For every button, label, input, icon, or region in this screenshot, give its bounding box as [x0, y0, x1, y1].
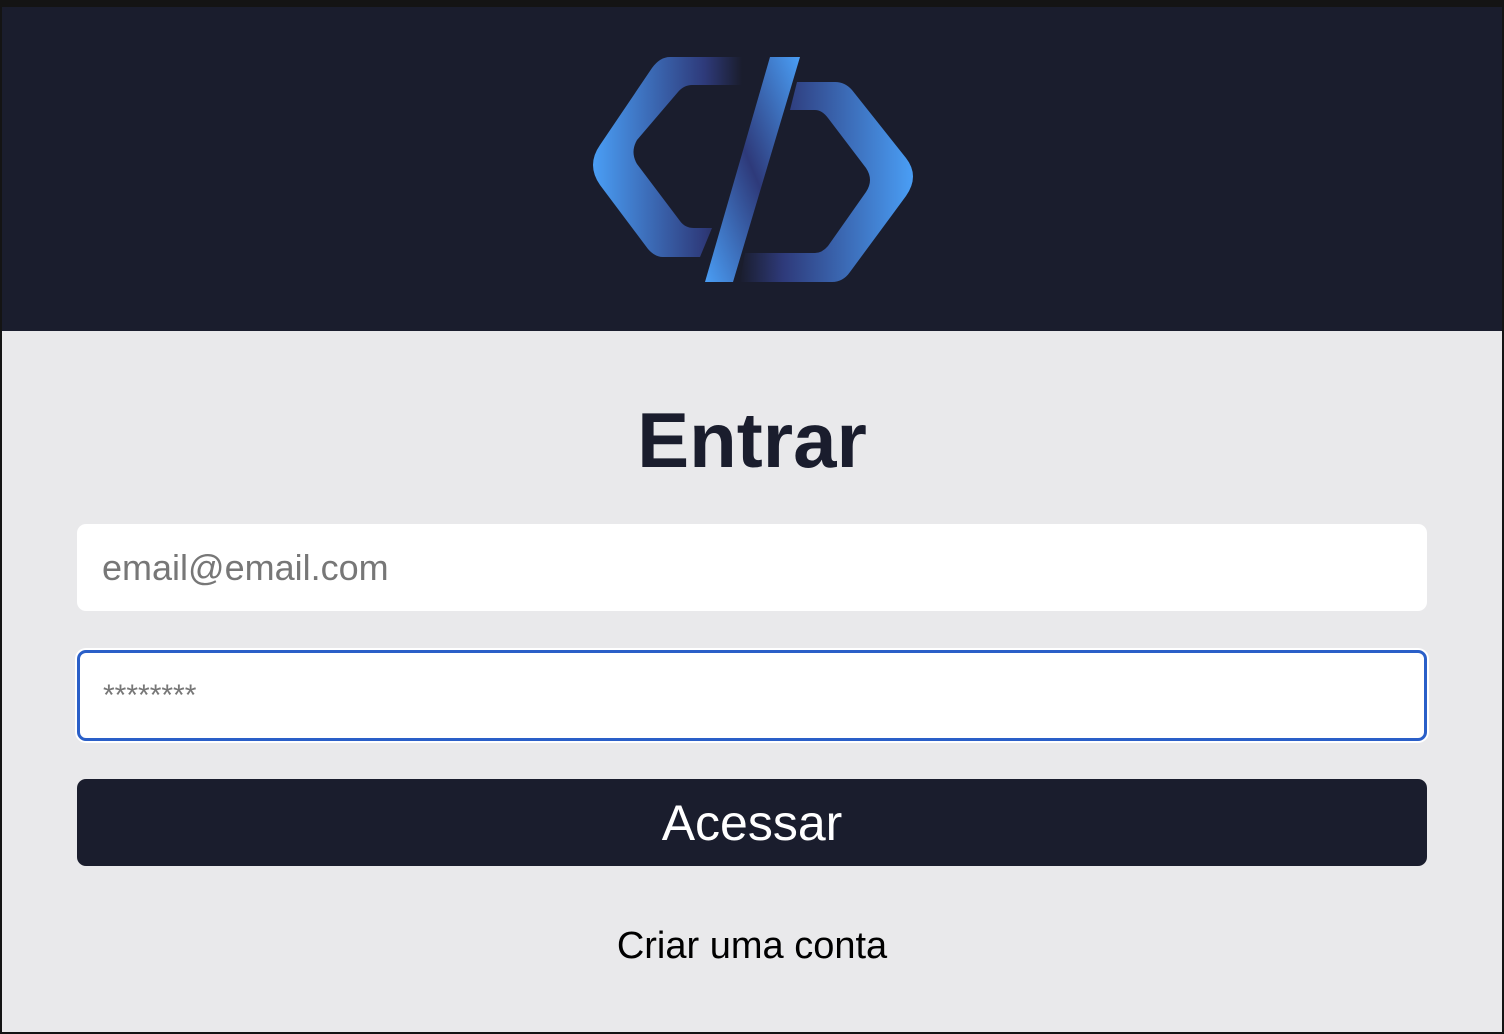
login-page: Entrar Acessar Criar uma conta — [2, 7, 1502, 1032]
logo-icon — [593, 57, 913, 282]
password-input[interactable] — [77, 650, 1427, 741]
create-account-link[interactable]: Criar uma conta — [2, 925, 1502, 968]
submit-button[interactable]: Acessar — [77, 779, 1427, 866]
email-input[interactable] — [77, 524, 1427, 611]
page-title: Entrar — [637, 396, 867, 484]
header — [2, 7, 1502, 331]
